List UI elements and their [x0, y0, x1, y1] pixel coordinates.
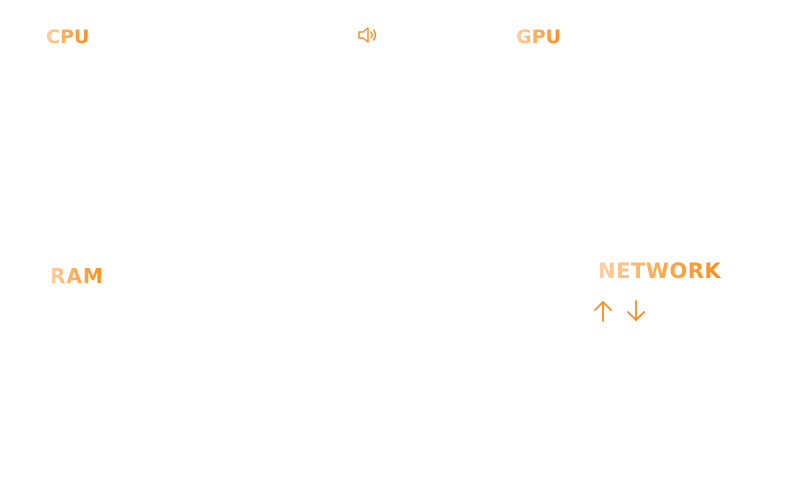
arrow-down-icon	[627, 300, 645, 321]
network-panel-title: NETWORK	[598, 259, 722, 283]
speaker-volume-icon[interactable]	[357, 25, 381, 45]
cpu-panel-title: CPU	[46, 26, 90, 48]
arrow-up-icon	[594, 301, 612, 322]
gpu-panel-title: GPU	[516, 26, 561, 48]
ram-panel-title: RAM	[50, 264, 104, 288]
